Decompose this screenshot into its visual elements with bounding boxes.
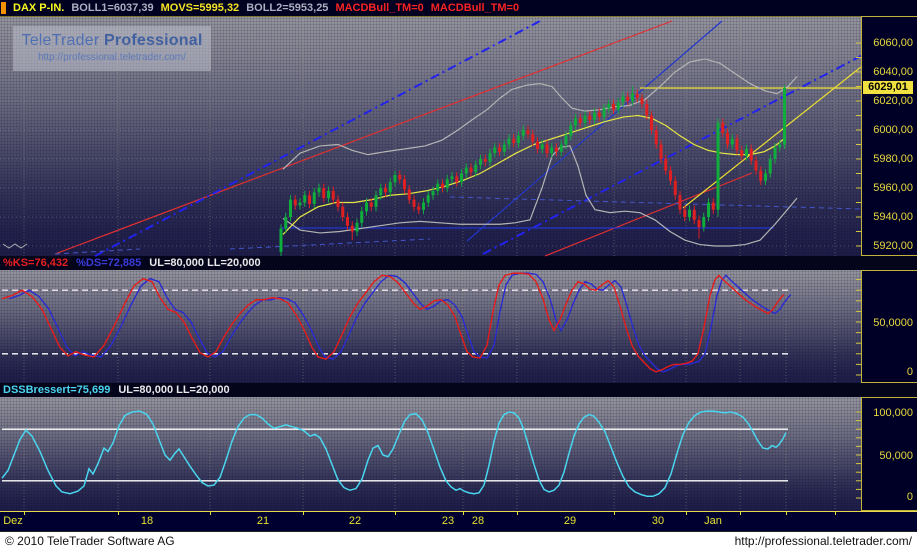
axis-label: 100,000 bbox=[873, 407, 913, 419]
price-axis[interactable]: 6029,01 6060,00 6040,00 6020,00 6000,00 5980… bbox=[861, 16, 917, 256]
axis-label: 5960,00 bbox=[873, 182, 913, 194]
time-axis[interactable]: Dez 18 21 22 23 28 29 30 Jan bbox=[0, 511, 917, 531]
date-tick bbox=[463, 512, 464, 515]
date-label: Jan bbox=[704, 515, 722, 527]
axis-label: 6000,00 bbox=[873, 124, 913, 136]
last-price-tag: 6029,01 bbox=[863, 81, 913, 94]
date-label: 30 bbox=[651, 515, 665, 527]
date-tick bbox=[24, 512, 25, 515]
date-label: 22 bbox=[348, 515, 362, 527]
active-chart-marker-icon bbox=[1, 2, 6, 14]
date-label: 21 bbox=[256, 515, 270, 527]
date-label: 23 bbox=[441, 515, 455, 527]
date-tick bbox=[517, 512, 518, 515]
main-chart-canvas[interactable] bbox=[0, 17, 861, 257]
date-tick bbox=[118, 512, 119, 515]
symbol-label: DAX P-IN. bbox=[13, 2, 65, 14]
main-price-panel[interactable]: TeleTrader Professional http://professio… bbox=[0, 16, 861, 257]
axis-label: 0 bbox=[906, 491, 913, 503]
stochastic-axis[interactable]: 50,0000 0 bbox=[861, 270, 917, 383]
date-tick bbox=[210, 512, 211, 515]
date-tick bbox=[740, 512, 741, 515]
date-tick bbox=[303, 512, 304, 515]
dss-canvas[interactable] bbox=[0, 397, 861, 511]
axis-label: 6040,00 bbox=[873, 66, 913, 78]
dss-value: DSSBressert=75,699 bbox=[3, 384, 111, 396]
boll2-value: BOLL2=5953,25 bbox=[246, 2, 329, 14]
axis-label: 0 bbox=[906, 366, 913, 378]
boll1-value: BOLL1=6037,39 bbox=[71, 2, 154, 14]
ks-value: %KS=76,432 bbox=[3, 257, 69, 269]
axis-label: 50,000 bbox=[879, 450, 913, 462]
status-bar: © 2010 TeleTrader Software AG http://pro… bbox=[0, 531, 917, 550]
axis-label: 50,0000 bbox=[873, 317, 913, 329]
date-tick bbox=[786, 512, 787, 515]
axis-label: 5980,00 bbox=[873, 153, 913, 165]
axis-label: 6060,00 bbox=[873, 37, 913, 49]
macd1-value: MACDBull_TM=0 bbox=[335, 2, 424, 14]
copyright-text: © 2010 TeleTrader Software AG bbox=[5, 534, 175, 548]
axis-label: 5940,00 bbox=[873, 211, 913, 223]
stoch-limits: UL=80,000 LL=20,000 bbox=[149, 257, 261, 269]
chart-title-bar: DAX P-IN. BOLL1=6037,39 MOVS=5995,32 BOL… bbox=[0, 0, 917, 16]
dss-limits: UL=80,000 LL=20,000 bbox=[118, 384, 230, 396]
ds-value: %DS=72,885 bbox=[76, 257, 142, 269]
date-label: 29 bbox=[563, 515, 577, 527]
date-label: 18 bbox=[140, 515, 154, 527]
axis-label: 6020,00 bbox=[873, 95, 913, 107]
teletrader-chart-window: DAX P-IN. BOLL1=6037,39 MOVS=5995,32 BOL… bbox=[0, 0, 917, 550]
date-label: Dez bbox=[3, 515, 23, 527]
date-tick bbox=[395, 512, 396, 515]
date-tick bbox=[835, 512, 836, 515]
status-url: http://professional.teletrader.com/ bbox=[734, 534, 912, 548]
dss-bressert-panel[interactable] bbox=[0, 397, 861, 511]
date-tick bbox=[686, 512, 687, 515]
date-tick bbox=[614, 512, 615, 515]
stochastic-canvas[interactable] bbox=[0, 270, 861, 383]
dss-axis[interactable]: 100,000 50,000 0 bbox=[861, 397, 917, 511]
movs-value: MOVS=5995,32 bbox=[160, 2, 240, 14]
macd2-value: MACDBull_TM=0 bbox=[430, 2, 520, 14]
stochastic-panel[interactable] bbox=[0, 270, 861, 383]
dss-header: DSSBressert=75,699 UL=80,000 LL=20,000 bbox=[0, 383, 917, 397]
axis-label: 5920,00 bbox=[873, 240, 913, 252]
stochastic-header: %KS=76,432 %DS=72,885 UL=80,000 LL=20,00… bbox=[0, 256, 917, 270]
date-label: 28 bbox=[471, 515, 485, 527]
